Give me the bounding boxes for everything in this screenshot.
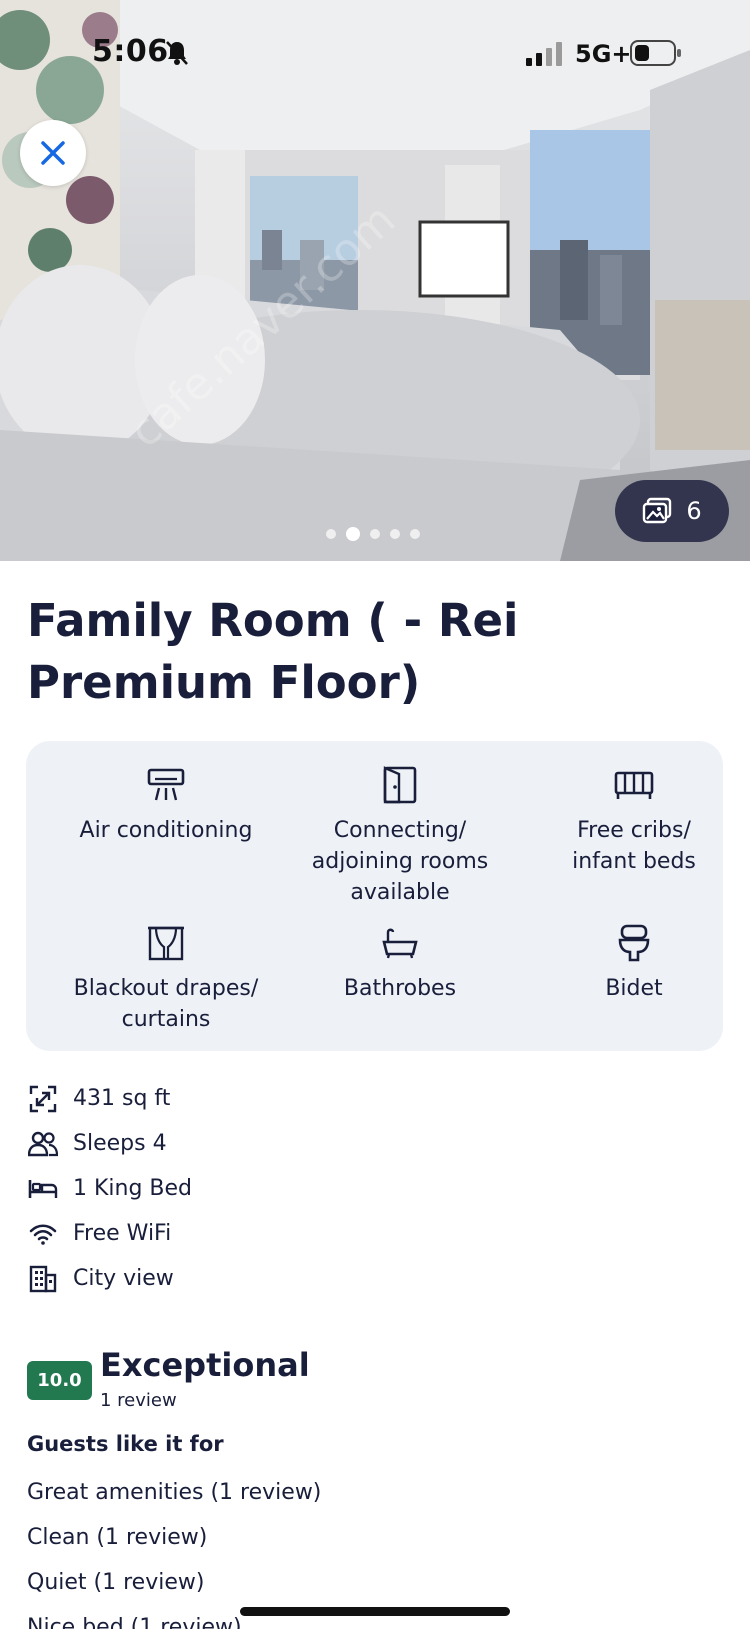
bathtub-icon <box>284 921 516 965</box>
people-icon <box>28 1129 58 1159</box>
curtains-icon <box>50 921 282 965</box>
feature-label: Sleeps 4 <box>73 1131 167 1156</box>
amenity-label: Connecting/ adjoining rooms available <box>311 818 489 905</box>
amenity-label: Blackout drapes/ curtains <box>73 976 259 1032</box>
carousel-dot[interactable] <box>326 529 336 539</box>
amenity-connecting-rooms: Connecting/ adjoining rooms available <box>284 763 516 908</box>
feature-label: 431 sq ft <box>73 1086 171 1111</box>
building-icon <box>28 1264 58 1294</box>
signal-icon <box>526 42 566 70</box>
review-score-label: Exceptional <box>100 1346 310 1384</box>
amenity-label: Free cribs/ infant beds <box>572 818 696 874</box>
feature-bed: 1 King Bed <box>28 1166 192 1211</box>
photo-gallery-button[interactable]: 6 <box>615 480 729 542</box>
amenity-bathrobes: Bathrobes <box>284 921 516 1004</box>
list-item: Quiet (1 review) <box>27 1570 205 1595</box>
amenity-blackout-drapes: Blackout drapes/ curtains <box>50 921 282 1035</box>
guests-like-list: Great amenities (1 review) Clean (1 revi… <box>27 1470 321 1629</box>
gallery-count: 6 <box>686 497 702 525</box>
network-label: 5G+ <box>575 40 632 68</box>
feature-area: 431 sq ft <box>28 1076 192 1121</box>
amenity-air-conditioning: Air conditioning <box>50 763 282 846</box>
battery-icon <box>630 40 682 70</box>
amenity-bidet: Bidet <box>518 921 750 1004</box>
list-item: Great amenities (1 review) <box>27 1480 322 1505</box>
status-bar: 5:06 5G+ <box>0 0 750 110</box>
area-icon <box>28 1084 58 1114</box>
amenities-card: Air conditioning Connecting/ adjoining r… <box>26 741 723 1051</box>
amenity-cribs: Free cribs/ infant beds <box>518 763 750 877</box>
guests-like-heading: Guests like it for <box>27 1432 224 1456</box>
feature-wifi: Free WiFi <box>28 1211 192 1256</box>
carousel-dot[interactable] <box>390 529 400 539</box>
gallery-icon <box>643 497 672 524</box>
room-features-list: 431 sq ft Sleeps 4 1 King Bed Free WiFi … <box>28 1076 192 1301</box>
bidet-icon <box>518 921 750 965</box>
air-conditioning-icon <box>50 763 282 807</box>
close-button[interactable] <box>20 120 86 186</box>
review-score-badge: 10.0 <box>27 1361 92 1400</box>
list-item: Clean (1 review) <box>27 1525 208 1550</box>
carousel-dot-active[interactable] <box>346 527 360 541</box>
silent-bell-icon <box>165 40 189 70</box>
wifi-icon <box>28 1219 58 1249</box>
crib-icon <box>518 763 750 807</box>
hero-photo[interactable]: cafe.naver.com 5:06 5G+ 6 <box>0 0 750 561</box>
feature-sleeps: Sleeps 4 <box>28 1121 192 1166</box>
connecting-door-icon <box>284 763 516 807</box>
review-count[interactable]: 1 review <box>100 1390 177 1411</box>
status-time: 5:06 <box>92 34 169 69</box>
feature-label: City view <box>73 1266 174 1291</box>
amenity-label: Bidet <box>605 976 663 1001</box>
feature-label: Free WiFi <box>73 1221 172 1246</box>
bed-icon <box>28 1174 58 1204</box>
room-title: Family Room ( - Rei Premium Floor) <box>27 594 519 709</box>
carousel-dots[interactable] <box>326 527 420 541</box>
feature-label: 1 King Bed <box>73 1176 193 1201</box>
carousel-dot[interactable] <box>370 529 380 539</box>
amenity-label: Air conditioning <box>79 818 253 843</box>
feature-view: City view <box>28 1256 192 1301</box>
amenity-label: Bathrobes <box>343 976 457 1001</box>
carousel-dot[interactable] <box>410 529 420 539</box>
home-indicator[interactable] <box>240 1607 510 1616</box>
close-icon <box>41 141 65 165</box>
